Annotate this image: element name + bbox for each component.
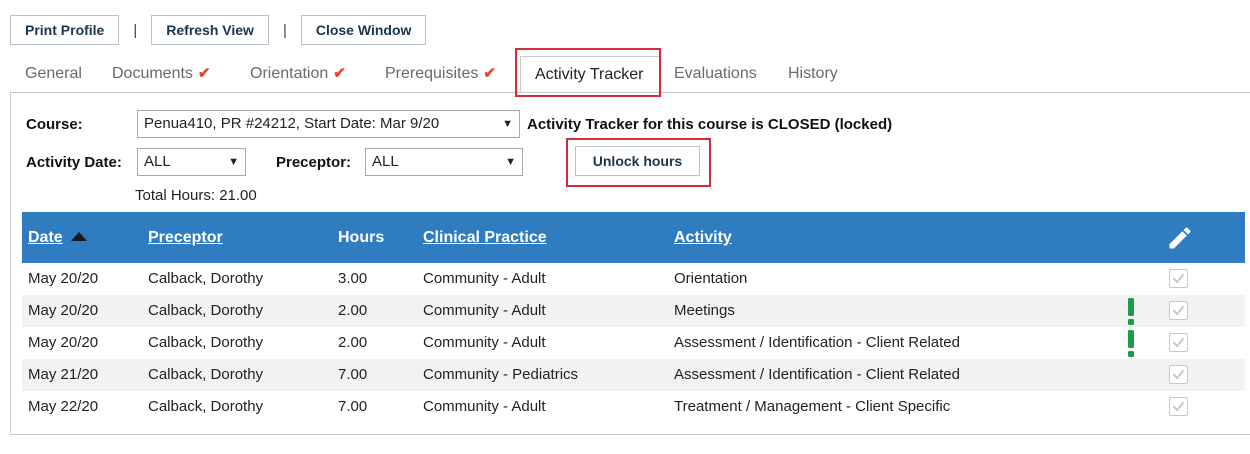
cell-date: May 20/20 [28, 270, 99, 287]
dropdown-arrow-icon: ▼ [228, 156, 239, 168]
cell-preceptor: Calback, Dorothy [148, 366, 264, 383]
refresh-view-button[interactable]: Refresh View [151, 15, 269, 45]
cell-activity: Treatment / Management - Client Specific [674, 398, 951, 415]
check-icon: ✔ [483, 65, 496, 82]
cell-activity: Orientation [674, 270, 748, 287]
cell-clinical-practice: Community - Adult [423, 398, 546, 415]
cell-activity: Assessment / Identification - Client Rel… [674, 366, 960, 383]
activity-date-label: Activity Date: [26, 154, 122, 171]
table-header: Date Preceptor Hours Clinical Practice A… [22, 212, 1245, 263]
activity-date-select[interactable]: ALL ▼ [137, 148, 246, 176]
column-header-date-label: Date [28, 229, 63, 246]
checkbox-checked-icon[interactable] [1169, 301, 1188, 320]
column-header-activity[interactable]: Activity [674, 212, 732, 263]
close-window-button[interactable]: Close Window [300, 15, 427, 45]
cell-preceptor: Calback, Dorothy [148, 270, 264, 287]
tab-label: Orientation [250, 65, 329, 82]
exclamation-icon [1128, 298, 1134, 325]
checkbox-checked-icon[interactable] [1169, 397, 1188, 416]
cell-activity: Meetings [674, 302, 735, 319]
cell-date: May 20/20 [28, 302, 99, 319]
tab-activity-tracker[interactable]: Activity Tracker [520, 56, 660, 92]
cell-clinical-practice: Community - Pediatrics [423, 366, 579, 383]
cell-date: May 21/20 [28, 366, 99, 383]
table-row: May 20/20 Calback, Dorothy 2.00 Communit… [22, 295, 1245, 327]
tab-bar: General Documents ✔ Orientation ✔ Prerequi… [10, 52, 1250, 93]
cell-hours: 2.00 [338, 334, 368, 351]
cell-hours: 7.00 [338, 398, 368, 415]
table-row: May 22/20 Calback, Dorothy 7.00 Communit… [22, 391, 1245, 423]
tab-label: History [788, 65, 838, 82]
cell-clinical-practice: Community - Adult [423, 334, 546, 351]
print-profile-button[interactable]: Print Profile [10, 15, 120, 45]
tab-label: Prerequisites [385, 65, 479, 82]
exclamation-icon [1128, 330, 1134, 357]
tracker-status-text: Activity Tracker for this course is CLOS… [527, 116, 893, 133]
check-icon: ✔ [197, 65, 211, 82]
table-row: May 20/20 Calback, Dorothy 3.00 Communit… [22, 263, 1245, 295]
cell-hours: 7.00 [338, 366, 368, 383]
cell-preceptor: Calback, Dorothy [148, 302, 264, 319]
cell-preceptor: Calback, Dorothy [148, 334, 264, 351]
checkbox-checked-icon[interactable] [1169, 269, 1188, 288]
tab-prerequisites[interactable]: Prerequisites ✔ [385, 52, 496, 92]
tab-label: Documents [112, 65, 193, 82]
course-select-value: Penua410, PR #24212, Start Date: Mar 9/2… [144, 115, 440, 132]
table-row: May 20/20 Calback, Dorothy 2.00 Communit… [22, 327, 1245, 359]
tab-general[interactable]: General [25, 52, 82, 92]
cell-activity: Assessment / Identification - Client Rel… [674, 334, 960, 351]
cell-hours: 2.00 [338, 302, 368, 319]
tab-label: Activity Tracker [535, 66, 644, 83]
preceptor-select[interactable]: ALL ▼ [365, 148, 523, 176]
sort-ascending-icon [70, 232, 87, 241]
check-icon: ✔ [333, 65, 346, 82]
cell-date: May 20/20 [28, 334, 99, 351]
toolbar-separator: | [133, 21, 138, 39]
activity-date-value: ALL [144, 153, 171, 170]
toolbar: Print Profile | Refresh View | Close Win… [10, 14, 427, 46]
checkbox-checked-icon[interactable] [1169, 365, 1188, 384]
tab-label: Evaluations [674, 65, 757, 82]
cell-hours: 3.00 [338, 270, 368, 287]
checkbox-checked-icon[interactable] [1169, 333, 1188, 352]
table-row: May 21/20 Calback, Dorothy 7.00 Communit… [22, 359, 1245, 391]
tab-orientation[interactable]: Orientation ✔ [250, 52, 346, 92]
tab-evaluations[interactable]: Evaluations [674, 52, 757, 92]
pencil-icon[interactable] [1166, 224, 1194, 252]
toolbar-separator: | [282, 21, 287, 39]
total-hours: Total Hours: 21.00 [135, 187, 257, 204]
column-header-date[interactable]: Date [28, 212, 87, 263]
preceptor-select-value: ALL [372, 153, 399, 170]
unlock-hours-button[interactable]: Unlock hours [575, 146, 700, 176]
column-header-hours: Hours [338, 229, 385, 246]
tab-documents[interactable]: Documents ✔ [112, 52, 211, 92]
tab-history[interactable]: History [788, 52, 838, 92]
column-header-clinical-practice[interactable]: Clinical Practice [423, 212, 547, 263]
course-select[interactable]: Penua410, PR #24212, Start Date: Mar 9/2… [137, 110, 520, 138]
preceptor-label: Preceptor: [276, 154, 352, 171]
course-label: Course: [26, 116, 83, 133]
column-header-preceptor[interactable]: Preceptor [148, 212, 223, 263]
cell-preceptor: Calback, Dorothy [148, 398, 264, 415]
dropdown-arrow-icon: ▼ [502, 118, 513, 130]
dropdown-arrow-icon: ▼ [505, 156, 516, 168]
tab-label: General [25, 65, 82, 82]
cell-date: May 22/20 [28, 398, 99, 415]
cell-clinical-practice: Community - Adult [423, 302, 546, 319]
cell-clinical-practice: Community - Adult [423, 270, 546, 287]
